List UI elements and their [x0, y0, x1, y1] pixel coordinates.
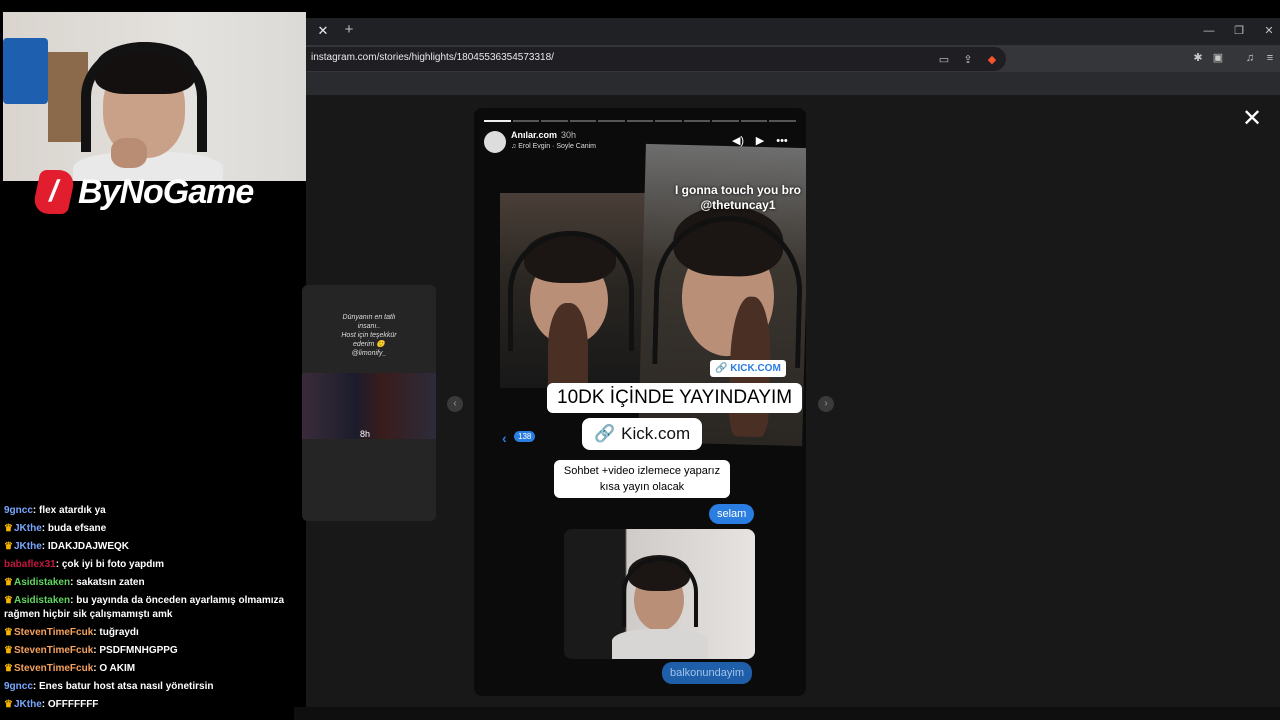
live-banner: 10DK İÇİNDE YAYINDAYIM [547, 383, 803, 413]
tab-bar: ✕ + — ❐ ✕ [306, 18, 1280, 45]
crown-badge-icon: ♛ [4, 541, 13, 552]
brave-shield-icon[interactable]: ◆ [984, 52, 1000, 68]
webcam-headset [81, 42, 207, 152]
crown-badge-icon: ♛ [4, 523, 13, 534]
chat-username[interactable]: Asidistaken [14, 577, 70, 588]
close-story-icon[interactable]: ✕ [1240, 107, 1264, 131]
chat-message: ♛StevenTimeFcuk: tuğraydı [4, 627, 139, 638]
bottom-strip [294, 707, 1280, 720]
chat-username[interactable]: StevenTimeFcuk [14, 663, 93, 674]
address-bar: instagram.com/stories/highlights/1804553… [306, 45, 1280, 72]
bynogame-logo-text: ByNoGame [78, 172, 254, 211]
maximize-icon[interactable]: ❐ [1229, 22, 1249, 40]
crown-badge-icon: ♛ [4, 595, 13, 606]
new-tab-button[interactable]: + [340, 21, 358, 39]
back-chevron-icon: ‹ [502, 430, 507, 446]
crown-badge-icon: ♛ [4, 645, 13, 656]
chat-message: ♛Asidistaken: bu yayında da önceden ayar… [4, 595, 285, 620]
cast-icon[interactable]: ▭ [936, 52, 952, 68]
webcam-background-cooler [3, 38, 48, 104]
chat-message: 9gncc: Enes batur host atsa nasıl yöneti… [4, 681, 214, 692]
webcam-hand [111, 138, 147, 168]
crown-badge-icon: ♛ [4, 577, 13, 588]
menu-icon[interactable]: ≡ [1262, 50, 1278, 66]
crown-badge-icon: ♛ [4, 627, 13, 638]
story-time: 30h [561, 130, 577, 140]
stream-screenshot-left [500, 193, 648, 403]
story-music[interactable]: ♫ Erol Evgin · Soyle Canim [511, 143, 596, 150]
story-card[interactable]: Anılar.com 30h ♫ Erol Evgin · Soyle Canim… [474, 108, 806, 696]
chat-text: flex atardık ya [39, 505, 106, 516]
url-text[interactable]: instagram.com/stories/highlights/1804553… [311, 52, 554, 63]
chat-message: ♛StevenTimeFcuk: PSDFMNHGPPG [4, 645, 178, 656]
chat-text: IDAKJDAJWEQK [47, 541, 129, 552]
instagram-story-viewer: ✕ Dünyanın en tatlı insanı.. Host için t… [302, 95, 1280, 707]
story-avatar[interactable] [484, 131, 506, 153]
message-bubble-balkon: balkonundayim [662, 662, 752, 684]
chat-text: O AKIM [99, 663, 136, 674]
chat-username[interactable]: JKthe [14, 523, 42, 534]
chat-text: tuğraydı [99, 627, 139, 638]
screen: ✕ + — ❐ ✕ instagram.com/stories/highligh… [0, 0, 1280, 720]
crown-badge-icon: ♛ [4, 663, 13, 674]
chat-message: ♛JKthe: buda efsane [4, 523, 107, 534]
chat-message: ♛JKthe: IDAKJDAJWEQK [4, 541, 129, 552]
chat-username[interactable]: Asidistaken [14, 595, 70, 606]
unread-count-badge: 138 [514, 431, 536, 442]
stream-chat: 9gncc: flex atardık ya ♛JKthe: buda efsan… [4, 502, 294, 714]
chat-text: buda efsane [47, 523, 107, 534]
touch-caption: I gonna touch you bro @thetuncay1 [675, 183, 801, 212]
window-close-icon[interactable]: ✕ [1259, 22, 1279, 40]
link-icon: 🔗 [594, 424, 616, 443]
chat-message: ♛StevenTimeFcuk: O AKIM [4, 663, 136, 674]
chat-message: ♛JKthe: OFFFFFFF [4, 699, 99, 710]
webcam-overlay [3, 12, 306, 181]
media-icon[interactable]: ♫ [1242, 50, 1258, 66]
previous-story-card[interactable]: Dünyanın en tatlı insanı.. Host için teş… [302, 285, 436, 521]
chat-message: ♛Asidistaken: sakatsın zaten [4, 577, 145, 588]
crown-badge-icon: ♛ [4, 699, 13, 710]
previous-story-time: 8h [360, 429, 371, 439]
chat-text: OFFFFFFF [47, 699, 99, 710]
kick-link-sticker[interactable]: 🔗 Kick.com [582, 418, 703, 450]
chat-text: Enes batur host atsa nasıl yönetirsin [39, 681, 214, 692]
chat-username[interactable]: JKthe [14, 699, 42, 710]
bynogame-logo: / ByNoGame [31, 170, 254, 214]
chat-username[interactable]: 9gncc [4, 505, 33, 516]
chat-text: PSDFMNHGPPG [99, 645, 178, 656]
previous-story-text: Dünyanın en tatlı insanı.. Host için teş… [341, 314, 397, 357]
message-bubble-selam: selam [709, 504, 755, 524]
extensions-icon[interactable]: ✱ [1190, 50, 1206, 66]
bynogame-logo-icon: / [31, 170, 77, 214]
minimize-icon[interactable]: — [1199, 22, 1219, 40]
sidebar-icon[interactable]: ▣ [1210, 50, 1226, 66]
chat-username[interactable]: StevenTimeFcuk [14, 645, 93, 656]
chat-username[interactable]: StevenTimeFcuk [14, 627, 93, 638]
kick-link-sticker-small[interactable]: 🔗 KICK.COM [710, 360, 786, 377]
chat-username[interactable]: 9gncc [4, 681, 33, 692]
story-username[interactable]: Anılar.com 30h [511, 130, 576, 140]
previous-arrow-icon[interactable]: ‹ [447, 396, 463, 412]
tab-close-icon[interactable]: ✕ [314, 22, 332, 40]
chat-username[interactable]: babaflex31 [4, 559, 56, 570]
chat-message: babaflex31: çok iyi bi foto yapdım [4, 559, 165, 570]
url-box[interactable]: instagram.com/stories/highlights/1804553… [306, 47, 1006, 71]
story-progress-bar [484, 120, 797, 122]
stream-description: Sohbet +video izlemece yaparız kısa yayı… [554, 460, 730, 498]
chat-username[interactable]: JKthe [14, 541, 42, 552]
next-arrow-icon[interactable]: › [818, 396, 834, 412]
more-options-icon[interactable]: ••• [774, 134, 790, 148]
chat-text: sakatsın zaten [76, 577, 145, 588]
chat-message: 9gncc: flex atardık ya [4, 505, 106, 516]
chat-text: çok iyi bi foto yapdım [61, 559, 165, 570]
share-icon[interactable]: ⇪ [960, 52, 976, 68]
bookmark-bar [306, 72, 1280, 95]
message-photo [564, 529, 755, 659]
